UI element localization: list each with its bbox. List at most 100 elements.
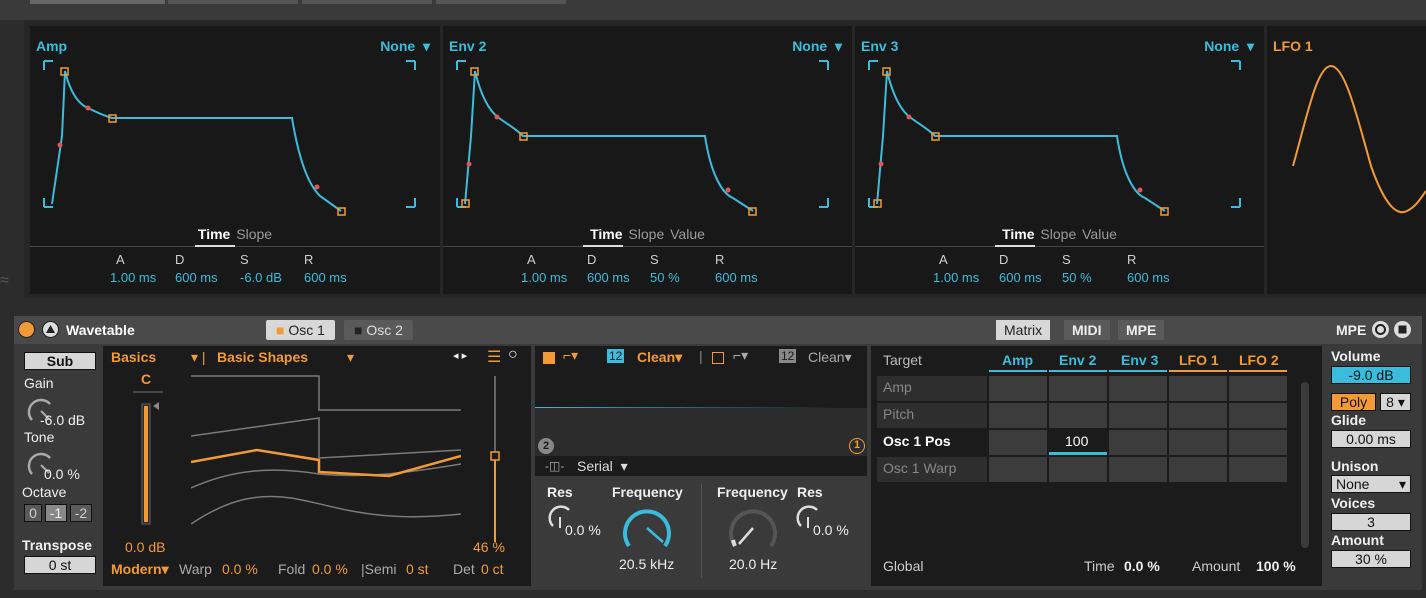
matrix-cell[interactable]	[989, 430, 1047, 455]
amount-value[interactable]: 100 %	[1256, 558, 1296, 574]
release-control[interactable]: R 600 ms	[1127, 252, 1170, 285]
poly-toggle[interactable]: Poly	[1331, 393, 1376, 411]
tab-slope[interactable]: Slope	[236, 226, 272, 242]
decay-control[interactable]: D 600 ms	[175, 252, 218, 285]
detune-value[interactable]: 0 ct	[481, 561, 504, 577]
matrix-cell[interactable]	[1109, 403, 1167, 428]
filter1-type-select[interactable]: Clean▾	[637, 349, 682, 366]
matrix-cell[interactable]	[1109, 430, 1167, 455]
envelope-destination-select[interactable]: None ▾	[792, 38, 842, 55]
tab-slope[interactable]: Slope	[628, 226, 664, 242]
tab-time[interactable]: Time	[198, 226, 230, 242]
matrix-cell[interactable]	[1049, 457, 1107, 482]
tab-osc1[interactable]: ■ Osc 1	[266, 320, 335, 340]
save-icon[interactable]	[1394, 321, 1411, 338]
chevron-down-icon[interactable]: ▾ |	[191, 349, 206, 366]
matrix-cell[interactable]	[1169, 457, 1227, 482]
decay-control[interactable]: D 600 ms	[999, 252, 1042, 285]
attack-control[interactable]: A 1.00 ms	[110, 252, 156, 285]
filter2-slope[interactable]: 12	[779, 349, 797, 363]
matrix-cell[interactable]	[989, 457, 1047, 482]
target-row-amp[interactable]: Amp	[877, 376, 987, 401]
lfo-waveform[interactable]	[1267, 56, 1426, 216]
filter1-shape-icon[interactable]: ⌐▾	[563, 347, 578, 364]
sustain-control[interactable]: S 50 %	[650, 252, 680, 285]
semi-value[interactable]: 0 st	[406, 561, 429, 577]
matrix-cell[interactable]	[1049, 376, 1107, 401]
unison-amount-value[interactable]: 30 %	[1331, 550, 1411, 568]
volume-value[interactable]: -9.0 dB	[1331, 366, 1411, 384]
matrix-cell-active[interactable]: 100	[1049, 430, 1107, 455]
voice-count-select[interactable]: 8 ▾	[1380, 393, 1411, 411]
matrix-cell[interactable]	[1229, 430, 1287, 455]
prev-next-arrows-icon[interactable]: ◂ ▸	[453, 349, 467, 362]
filter1-frequency-knob[interactable]	[619, 500, 675, 556]
wavetable-position-slider[interactable]	[485, 374, 505, 544]
warp-value[interactable]: 0.0 %	[222, 561, 258, 577]
routing-select[interactable]: Serial ▾	[577, 458, 628, 475]
matrix-cell[interactable]	[1049, 403, 1107, 428]
voices-value[interactable]: 3	[1331, 513, 1411, 531]
matrix-cell[interactable]	[989, 376, 1047, 401]
tab-mpe[interactable]: MPE	[1118, 320, 1165, 340]
tab-matrix[interactable]: Matrix	[996, 320, 1051, 340]
envelope-graph[interactable]	[855, 56, 1264, 216]
tab-value[interactable]: Value	[670, 226, 705, 242]
matrix-cell[interactable]	[1229, 457, 1287, 482]
matrix-scrollbar[interactable]	[1301, 382, 1309, 548]
filter1-slope[interactable]: 12	[607, 349, 625, 363]
matrix-cell[interactable]	[1169, 403, 1227, 428]
tab-value[interactable]: Value	[1082, 226, 1117, 242]
tab-time[interactable]: Time	[1002, 226, 1034, 242]
device-power-icon[interactable]	[18, 321, 35, 338]
sustain-control[interactable]: S 50 %	[1062, 252, 1092, 285]
target-row-pitch[interactable]: Pitch	[877, 403, 987, 428]
release-control[interactable]: R 600 ms	[715, 252, 758, 285]
envelope-graph[interactable]	[443, 56, 852, 216]
target-row-osc1-warp[interactable]: Osc 1 Warp	[877, 457, 987, 482]
glide-value[interactable]: 0.00 ms	[1331, 430, 1411, 448]
tab-osc2[interactable]: ■ Osc 2	[344, 320, 413, 340]
envelope-destination-select[interactable]: None ▾	[380, 38, 430, 55]
octave-option-0[interactable]: 0	[24, 504, 42, 522]
matrix-cell[interactable]	[1229, 403, 1287, 428]
tab-midi[interactable]: MIDI	[1064, 320, 1110, 340]
matrix-cell[interactable]	[1109, 457, 1167, 482]
matrix-cell[interactable]	[1109, 376, 1167, 401]
wavetable-select[interactable]: Basic Shapes	[217, 349, 308, 365]
fold-value[interactable]: 0.0 %	[312, 561, 348, 577]
drag-handle-icon[interactable]: ≈	[0, 272, 20, 298]
matrix-cell[interactable]	[1229, 376, 1287, 401]
osc-effect-mode-select[interactable]: Modern▾	[111, 561, 169, 578]
wavetable-category-select[interactable]: Basics	[111, 349, 156, 365]
time-value[interactable]: 0.0 %	[1124, 558, 1160, 574]
wavetable-display[interactable]	[191, 374, 461, 534]
filter2-type-select[interactable]: Clean▾	[808, 349, 852, 366]
octave-option-minus1[interactable]: -1	[45, 504, 67, 522]
matrix-cell[interactable]	[989, 403, 1047, 428]
release-control[interactable]: R 600 ms	[304, 252, 347, 285]
tab-slope[interactable]: Slope	[1040, 226, 1076, 242]
envelope-graph[interactable]	[30, 56, 440, 216]
list-view-icon[interactable]: ☰	[487, 347, 501, 367]
filter2-frequency-knob[interactable]	[725, 500, 781, 556]
envelope-destination-select[interactable]: None ▾	[1204, 38, 1254, 55]
matrix-cell[interactable]	[1169, 376, 1227, 401]
transpose-value[interactable]: 0 st	[24, 556, 96, 574]
circle-view-icon[interactable]: ○	[508, 346, 518, 364]
filter2-shape-icon[interactable]: ⌐▾	[733, 347, 748, 364]
filter1-toggle[interactable]	[543, 352, 555, 364]
refresh-icon[interactable]	[1372, 321, 1389, 338]
sub-toggle-button[interactable]: Sub	[24, 352, 96, 370]
decay-control[interactable]: D 600 ms	[587, 252, 630, 285]
unison-mode-select[interactable]: None ▾	[1331, 475, 1411, 493]
sustain-control[interactable]: S -6.0 dB	[240, 252, 282, 285]
attack-control[interactable]: A 1.00 ms	[521, 252, 567, 285]
attack-control[interactable]: A 1.00 ms	[933, 252, 979, 285]
octave-option-minus2[interactable]: -2	[70, 504, 92, 522]
chevron-down-icon[interactable]: ▾	[347, 349, 354, 366]
device-fold-icon[interactable]	[42, 321, 59, 338]
target-row-osc1-pos[interactable]: Osc 1 Pos	[877, 430, 987, 455]
tab-time[interactable]: Time	[590, 226, 622, 242]
matrix-cell[interactable]	[1169, 430, 1227, 455]
